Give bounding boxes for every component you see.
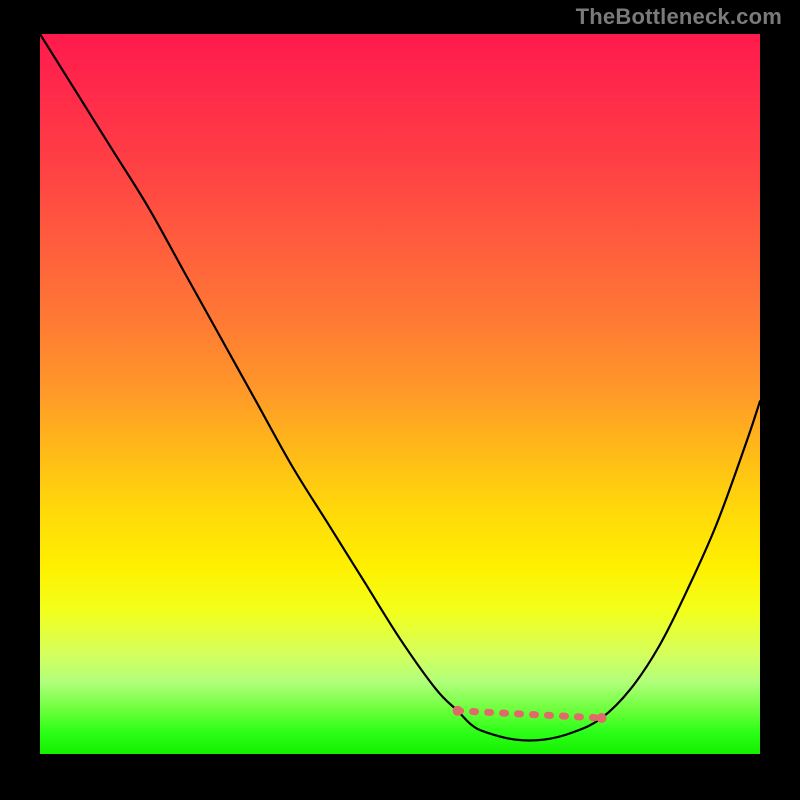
bottleneck-curve	[40, 34, 760, 741]
plot-area	[40, 34, 760, 754]
dashed-cap-right	[597, 713, 607, 723]
dashed-floor-segment	[458, 711, 602, 718]
watermark-text: TheBottleneck.com	[576, 4, 782, 30]
dashed-cap-left	[453, 706, 463, 716]
plot-svg	[40, 34, 760, 754]
chart-root: TheBottleneck.com	[0, 0, 800, 800]
